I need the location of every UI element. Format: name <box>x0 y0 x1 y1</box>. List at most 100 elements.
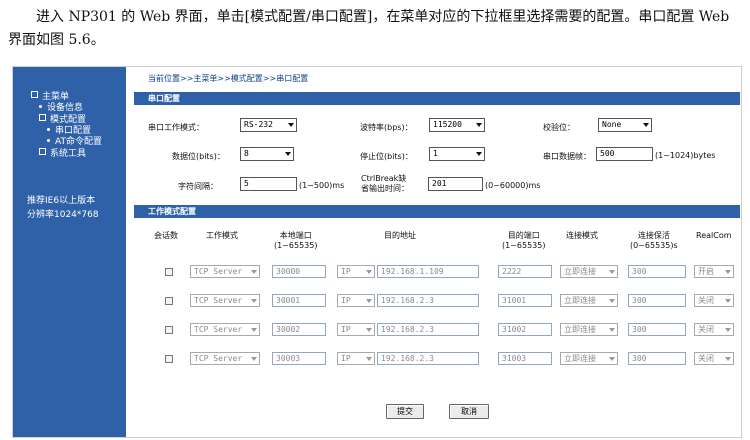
cancel-button[interactable]: 取消 <box>449 404 489 419</box>
dest-address-input[interactable]: 192.168.2.3 <box>377 294 479 307</box>
baud-rate-select[interactable]: 115200 <box>429 118 485 132</box>
keepalive-input[interactable]: 300 <box>628 294 686 307</box>
bullet-icon <box>47 139 50 142</box>
chevron-down-icon <box>725 270 731 274</box>
conn-mode-select[interactable]: 立即连接 <box>560 323 618 336</box>
data-bits-value: 8 <box>244 149 249 158</box>
work-mode-select[interactable]: RS-232 <box>240 118 297 132</box>
sidebar-item[interactable]: AT命令配置 <box>31 137 102 148</box>
dest-address-input[interactable]: 192.168.2.3 <box>377 323 479 336</box>
stop-bits-select[interactable]: 1 <box>429 147 485 161</box>
dest-port-input[interactable]: 31001 <box>498 294 552 307</box>
realcom-select-value: 关闭 <box>698 325 714 334</box>
chevron-down-icon <box>285 152 291 156</box>
address-type-select[interactable]: IP <box>337 294 375 307</box>
sidebar-item[interactable]: 串口配置 <box>31 126 102 137</box>
sidebar-item-label: 设备信息 <box>47 103 84 113</box>
document-paragraph: 进入 NP301 的 Web 界面，单击[模式配置/串口配置]，在菜单对应的下拉… <box>8 9 730 48</box>
local-port-input[interactable]: 30002 <box>272 323 326 336</box>
ctrlbreak-label-line-1: CtrlBreak缺 <box>361 174 407 183</box>
header-dest-port-line-2: (1~65535) <box>502 241 546 250</box>
session-checkbox[interactable] <box>165 355 173 363</box>
ctrlbreak-label-line-2: 省输出时间： <box>361 184 409 193</box>
realcom-select[interactable]: 开启 <box>694 265 734 278</box>
dest-address-input[interactable]: 192.168.2.3 <box>377 352 479 365</box>
session-checkbox[interactable] <box>165 268 173 276</box>
web-ui-frame: 主菜单 设备信息 模式配置 串口配置 AT命令配置 系统工具 推荐IE6以上版本 分辨率1… <box>12 66 742 438</box>
sidebar-item-label: 串口配置 <box>55 126 92 136</box>
chevron-down-icon <box>609 328 615 332</box>
chevron-down-icon <box>251 328 257 332</box>
chevron-down-icon <box>609 357 615 361</box>
address-type-select[interactable]: IP <box>337 265 375 278</box>
char-interval-unit: (1~500)ms <box>299 181 345 190</box>
local-port-input[interactable]: 30001 <box>272 294 326 307</box>
dest-address-input[interactable]: 192.168.1.109 <box>377 265 479 278</box>
work-mode-label: 串口工作模式： <box>148 123 204 132</box>
local-port-input[interactable]: 30000 <box>272 265 326 278</box>
address-type-select[interactable]: IP <box>337 323 375 336</box>
data-bits-label: 数据位(bits)： <box>172 152 225 161</box>
dest-port-input[interactable]: 2222 <box>498 265 552 278</box>
address-type-select-value: IP <box>341 267 351 276</box>
chevron-down-icon <box>609 299 615 303</box>
sidebar-item-label: 系统工具 <box>50 149 87 159</box>
sidebar-item[interactable]: 设备信息 <box>31 103 102 114</box>
work-mode-select[interactable]: TCP Server <box>190 352 260 365</box>
sidebar-menu: 主菜单 设备信息 模式配置 串口配置 AT命令配置 系统工具 <box>31 91 102 160</box>
parity-value: None <box>602 120 622 129</box>
keepalive-input[interactable]: 300 <box>628 323 686 336</box>
chevron-down-icon <box>476 123 482 127</box>
sidebar: 主菜单 设备信息 模式配置 串口配置 AT命令配置 系统工具 推荐IE6以上版本 分辨率1… <box>13 67 126 437</box>
header-local-port-line-1: 本地端口 <box>279 231 312 240</box>
realcom-select[interactable]: 关闭 <box>694 323 734 336</box>
work-mode-select[interactable]: TCP Server <box>190 323 260 336</box>
chevron-down-icon <box>288 123 294 127</box>
address-type-select[interactable]: IP <box>337 352 375 365</box>
address-type-select-value: IP <box>341 354 351 363</box>
dest-address-input-value: 192.168.2.3 <box>381 296 434 305</box>
dest-port-input[interactable]: 31002 <box>498 323 552 336</box>
dest-address-input-value: 192.168.1.109 <box>381 267 444 276</box>
chevron-down-icon <box>366 328 372 332</box>
keepalive-input[interactable]: 300 <box>628 265 686 278</box>
ctrlbreak-input[interactable]: 201 <box>428 177 483 191</box>
conn-mode-select[interactable]: 立即连接 <box>560 265 618 278</box>
session-checkbox[interactable] <box>165 326 173 334</box>
header-dest-address: 目的地址 <box>384 231 416 240</box>
parity-select[interactable]: None <box>598 118 652 132</box>
submit-button[interactable]: 提交 <box>386 404 424 419</box>
keepalive-input[interactable]: 300 <box>628 352 686 365</box>
realcom-select[interactable]: 关闭 <box>694 352 734 365</box>
work-mode-select[interactable]: TCP Server <box>190 294 260 307</box>
tree-toggle-icon <box>39 114 46 121</box>
work-mode-value: RS-232 <box>244 120 273 129</box>
header-dest-port: 目的端口 (1~65535) <box>502 231 545 251</box>
note-line-1: 推荐IE6以上版本 <box>27 196 96 206</box>
dest-port-input[interactable]: 31003 <box>498 352 552 365</box>
local-port-input[interactable]: 30003 <box>272 352 326 365</box>
data-bits-select[interactable]: 8 <box>240 147 294 161</box>
work-mode-select[interactable]: TCP Server <box>190 265 260 278</box>
sidebar-item[interactable]: 主菜单 <box>31 91 102 103</box>
conn-mode-select[interactable]: 立即连接 <box>560 352 618 365</box>
data-frame-input[interactable]: 500 <box>596 147 653 161</box>
baud-rate-label: 波特率(bps)： <box>360 123 413 132</box>
sidebar-item[interactable]: 系统工具 <box>31 148 102 160</box>
realcom-select[interactable]: 关闭 <box>694 294 734 307</box>
keepalive-input-value: 300 <box>632 354 647 363</box>
main-content: 当前位置>>主菜单>>模式配置>>串口配置 串口配置 串口工作模式： RS-23… <box>134 67 740 437</box>
conn-mode-select[interactable]: 立即连接 <box>560 294 618 307</box>
local-port-input-value: 30001 <box>276 296 301 305</box>
browser-recommendation: 推荐IE6以上版本 分辨率1024*768 <box>27 194 99 222</box>
work-mode-select-value: TCP Server <box>194 296 243 305</box>
realcom-select-value: 关闭 <box>698 354 714 363</box>
work-mode-select-value: TCP Server <box>194 354 243 363</box>
chevron-down-icon <box>609 270 615 274</box>
session-checkbox[interactable] <box>165 297 173 305</box>
parity-label: 校验位： <box>543 123 575 132</box>
realcom-select-value: 关闭 <box>698 296 714 305</box>
sidebar-item[interactable]: 模式配置 <box>31 114 102 126</box>
ctrlbreak-label: CtrlBreak缺 省输出时间： <box>361 174 409 194</box>
char-interval-input[interactable]: 5 <box>240 177 297 191</box>
